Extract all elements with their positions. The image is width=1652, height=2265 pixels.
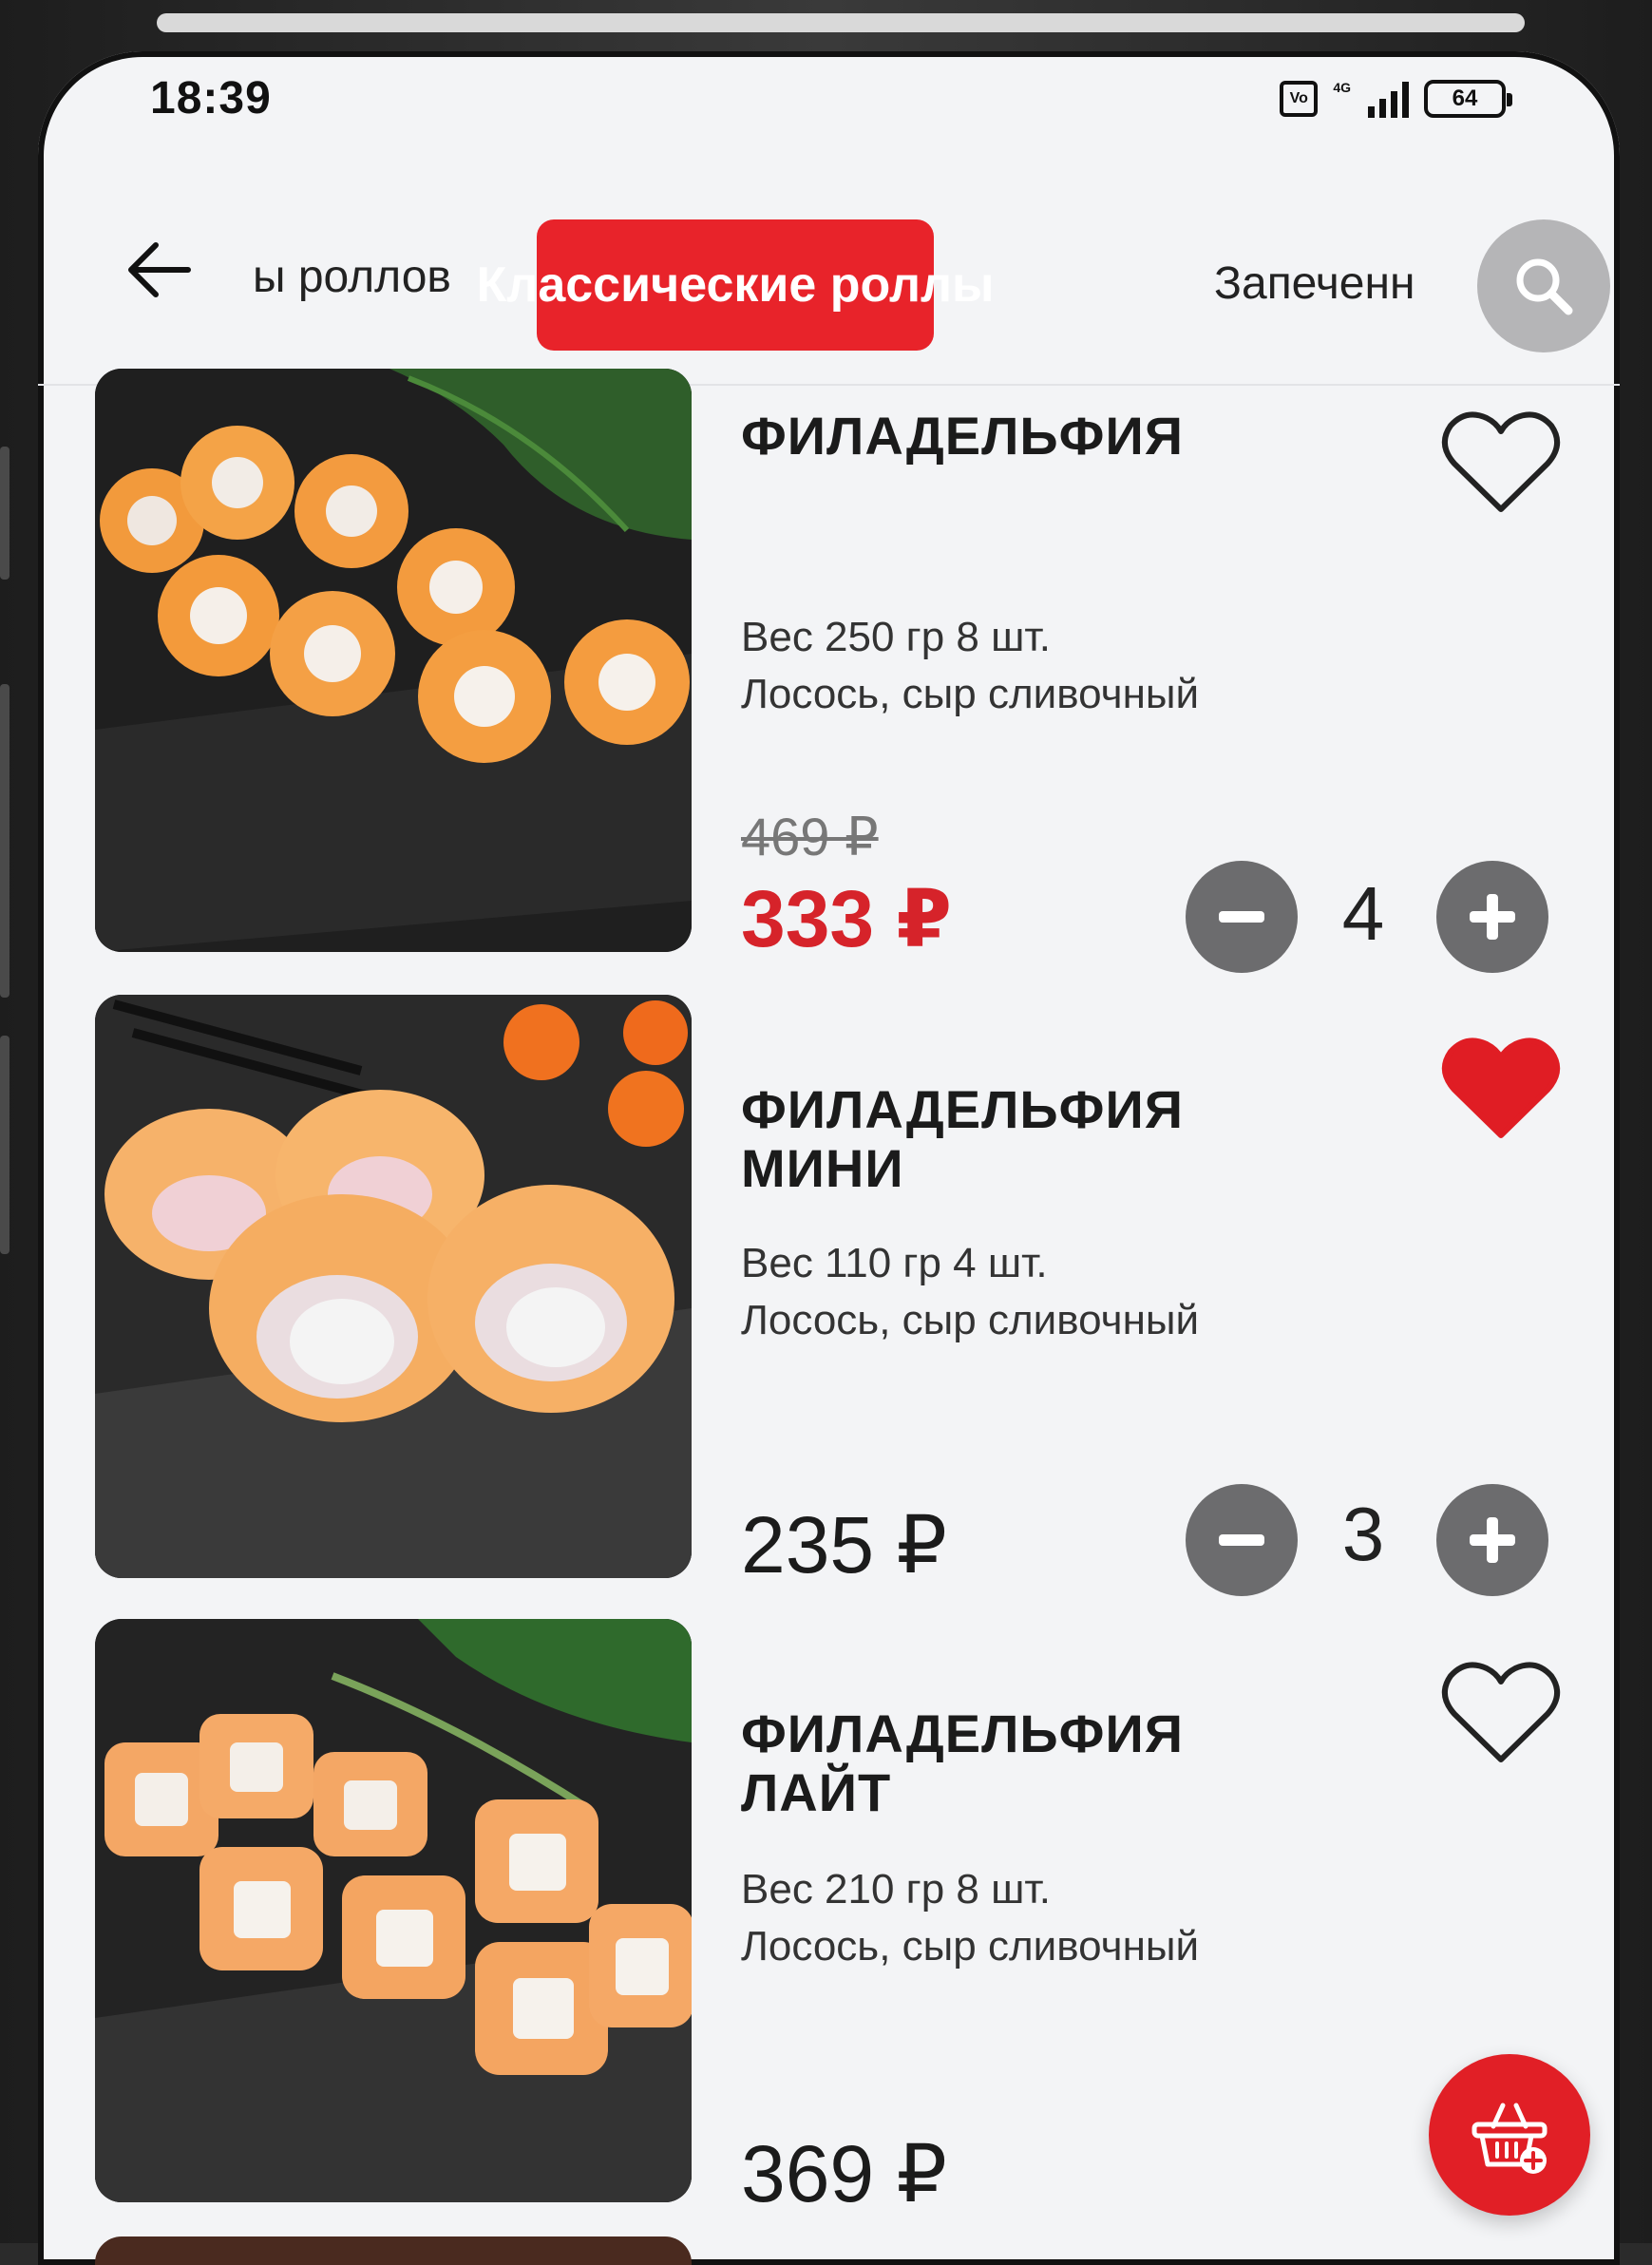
phone-frame: 18:39 Vo 4G 64 ы роллов Классические рол… bbox=[0, 0, 1652, 2265]
product-price: 369 ₽ bbox=[741, 2129, 947, 2218]
product-weight: Вес 250 гр 8 шт. bbox=[741, 614, 1051, 660]
search-icon bbox=[1516, 258, 1573, 315]
increase-quantity-button[interactable] bbox=[1436, 861, 1548, 973]
product-description: Лосось, сыр сливочный bbox=[741, 1297, 1200, 1343]
side-button bbox=[0, 447, 9, 580]
increase-quantity-button[interactable] bbox=[1436, 1484, 1548, 1596]
volte-icon: Vo bbox=[1280, 81, 1319, 117]
quantity-value: 3 bbox=[1341, 1492, 1385, 1576]
status-time: 18:39 bbox=[150, 73, 272, 124]
add-to-cart-icon bbox=[1472, 2103, 1548, 2174]
minus-icon bbox=[1219, 1534, 1264, 1546]
phone-top-edge bbox=[157, 13, 1525, 32]
search-button[interactable] bbox=[1477, 219, 1610, 352]
heart-icon[interactable] bbox=[1439, 1033, 1563, 1147]
product-card[interactable]: ФИЛАДЕЛЬФИЯ ЛАЙТ Вес 210 гр 8 шт. Лосось… bbox=[95, 1619, 1596, 2218]
product-image bbox=[95, 1619, 692, 2202]
product-price: 235 ₽ bbox=[741, 1500, 947, 1589]
minus-icon bbox=[1219, 911, 1264, 923]
product-description: Лосось, сыр сливочный bbox=[741, 1923, 1200, 1970]
product-image bbox=[95, 995, 692, 1578]
status-bar: 18:39 Vo 4G 64 bbox=[38, 51, 1620, 156]
heart-icon[interactable] bbox=[1439, 407, 1563, 521]
side-button bbox=[0, 1036, 9, 1254]
app-screen: 18:39 Vo 4G 64 ы роллов Классические рол… bbox=[38, 51, 1620, 2265]
product-price: 333 ₽ bbox=[741, 874, 952, 963]
battery-level: 64 bbox=[1452, 86, 1478, 111]
add-to-cart-button[interactable] bbox=[1429, 2054, 1590, 2216]
battery-icon: 64 bbox=[1424, 80, 1512, 118]
product-title: ФИЛАДЕЛЬФИЯ МИНИ bbox=[741, 1079, 1184, 1198]
back-arrow-icon[interactable] bbox=[122, 232, 198, 308]
plus-icon bbox=[1470, 1517, 1515, 1563]
next-product-image-edge bbox=[95, 2236, 692, 2265]
product-image bbox=[95, 369, 692, 952]
side-button bbox=[0, 684, 9, 998]
product-old-price: 469 ₽ bbox=[741, 807, 879, 866]
product-description: Лосось, сыр сливочный bbox=[741, 671, 1200, 717]
heart-icon[interactable] bbox=[1439, 1657, 1563, 1771]
network-label: 4G bbox=[1333, 80, 1351, 95]
product-weight: Вес 110 гр 4 шт. bbox=[741, 1240, 1048, 1286]
category-nav: ы роллов Классические роллы Запеченн bbox=[38, 165, 1620, 386]
status-icons: Vo 4G 64 bbox=[1280, 80, 1512, 118]
decrease-quantity-button[interactable] bbox=[1186, 861, 1298, 973]
product-card[interactable]: ФИЛАДЕЛЬФИЯ Вес 250 гр 8 шт. Лосось, сыр… bbox=[95, 369, 1596, 973]
product-title: ФИЛАДЕЛЬФИЯ bbox=[741, 406, 1184, 466]
signal-icon bbox=[1368, 80, 1409, 118]
tab-classic-rolls-label: Классические роллы bbox=[476, 257, 995, 313]
quantity-value: 4 bbox=[1341, 871, 1385, 956]
product-title: ФИЛАДЕЛЬФИЯ ЛАЙТ bbox=[741, 1704, 1184, 1822]
decrease-quantity-button[interactable] bbox=[1186, 1484, 1298, 1596]
tab-classic-rolls[interactable]: Классические роллы bbox=[477, 219, 994, 351]
plus-icon bbox=[1470, 894, 1515, 940]
product-weight: Вес 210 гр 8 шт. bbox=[741, 1866, 1051, 1913]
tab-next-category[interactable]: Запеченн bbox=[1214, 257, 1490, 310]
product-card[interactable]: ФИЛАДЕЛЬФИЯ МИНИ Вес 110 гр 4 шт. Лосось… bbox=[95, 995, 1596, 1596]
